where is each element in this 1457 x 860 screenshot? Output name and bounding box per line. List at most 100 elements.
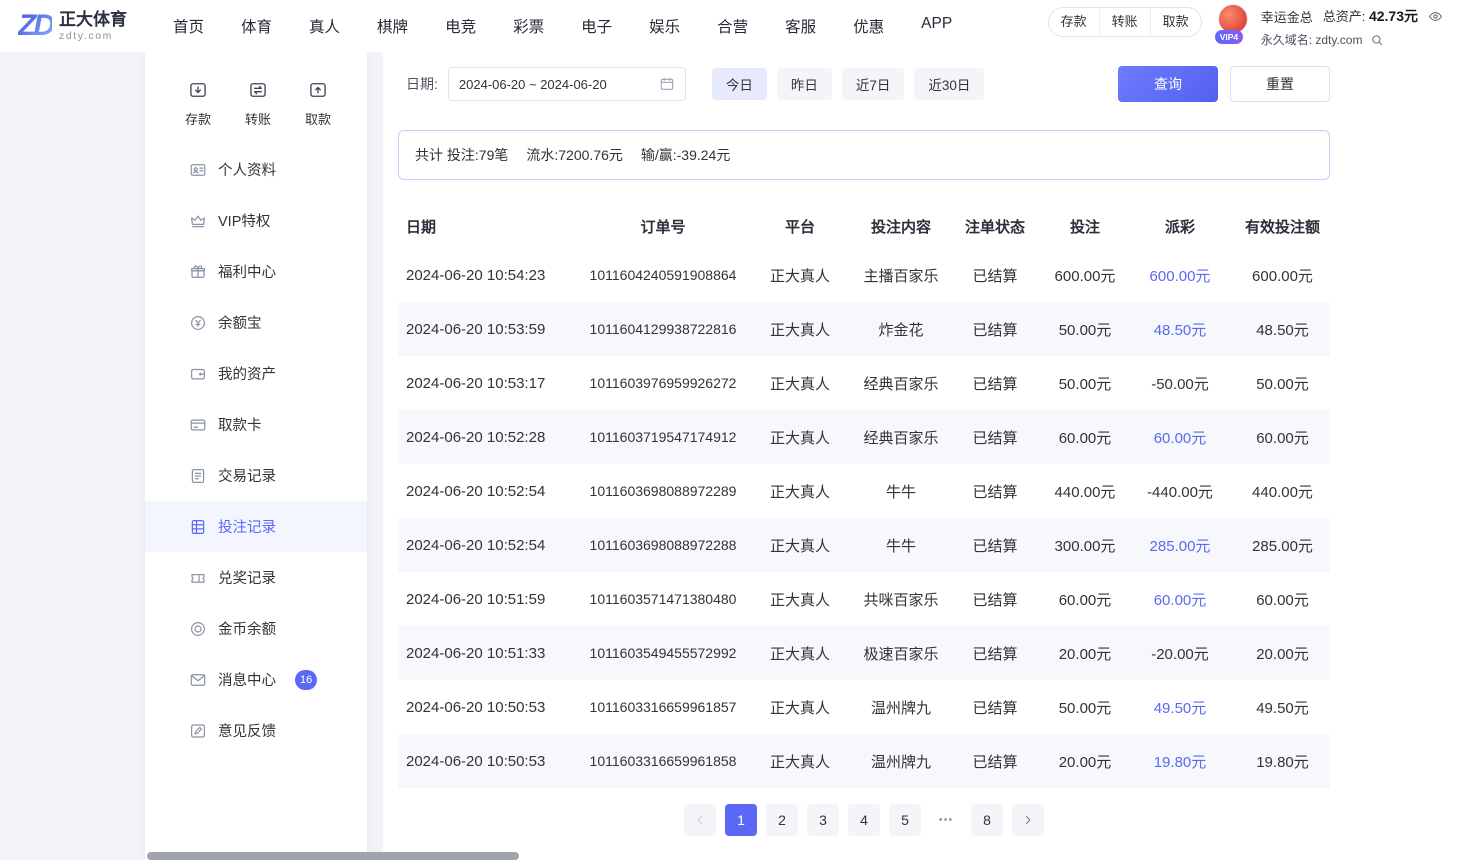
table-row[interactable]: 2024-06-20 10:54:231011604240591908864正大… (398, 248, 1330, 302)
cell-order: 1011603571471380480 (583, 572, 743, 626)
vip-icon (189, 212, 207, 230)
cell-payout: 600.00元 (1125, 248, 1235, 302)
range-button[interactable]: 近30日 (914, 68, 984, 100)
cell-status: 已结算 (945, 572, 1045, 626)
horizontal-scrollbar[interactable] (147, 852, 519, 860)
table-row[interactable]: 2024-06-20 10:50:531011603316659961858正大… (398, 734, 1330, 788)
cell-platform: 正大真人 (743, 356, 857, 410)
prev-page-button[interactable] (684, 804, 716, 836)
logo[interactable]: ZD 正大体育 zdty.com (18, 9, 127, 43)
vip-badge: VIP4 (1215, 30, 1243, 44)
search-icon[interactable] (1370, 33, 1384, 47)
cell-payout: -50.00元 (1125, 356, 1235, 410)
cell-content: 共咪百家乐 (857, 572, 945, 626)
top-header: ZD 正大体育 zdty.com 首页 体育 真人 棋牌 电竞 彩票 电子 娱乐 合营 客服 优惠 A… (0, 0, 1457, 52)
cell-order: 1011603719547174912 (583, 410, 743, 464)
nav-item[interactable]: 彩票 (513, 15, 544, 37)
page-button[interactable]: 2 (766, 804, 798, 836)
nav-item[interactable]: 电竞 (445, 15, 476, 37)
nav-item[interactable]: 棋牌 (377, 15, 408, 37)
nav-item[interactable]: 体育 (241, 15, 272, 37)
sidebar-item[interactable]: 余额宝 (145, 297, 367, 348)
wallet-actions: 存款转账取款 (1048, 7, 1202, 37)
sidebar-item[interactable]: VIP特权 (145, 195, 367, 246)
col-header-bet: 投注 (1045, 204, 1125, 248)
date-range-value: 2024-06-20 ~ 2024-06-20 (459, 77, 607, 92)
calendar-icon[interactable] (659, 76, 675, 92)
table-row[interactable]: 2024-06-20 10:52:541011603698088972288正大… (398, 518, 1330, 572)
filter-actions: 查询 重置 (1118, 66, 1330, 102)
sidebar-item[interactable]: 福利中心 (145, 246, 367, 297)
sidebar-item[interactable]: 取款卡 (145, 399, 367, 450)
quick-action-label: 存款 (185, 109, 211, 128)
sidebar: 存款 转账 取款 个人资料VIP特权福利中心余额宝我的资产取款卡交易记录投注记录兑奖… (145, 52, 367, 860)
page-button[interactable]: 1 (725, 804, 757, 836)
quick-action-label: 转账 (245, 109, 271, 128)
nav-item[interactable]: 娱乐 (649, 15, 680, 37)
quick-action-transfer[interactable]: 转账 (245, 80, 271, 128)
sidebar-item[interactable]: 个人资料 (145, 144, 367, 195)
username: 幸运金总 (1261, 7, 1313, 26)
cell-bet: 50.00元 (1045, 356, 1125, 410)
next-page-button[interactable] (1012, 804, 1044, 836)
eye-icon[interactable] (1428, 9, 1443, 24)
topbar-right: 存款转账取款 VIP4 幸运金总 总资产: 42.73元 永久域名: zdty.… (1048, 4, 1443, 48)
page-button[interactable]: 3 (807, 804, 839, 836)
nav-item[interactable]: 首页 (173, 15, 204, 37)
range-button[interactable]: 近7日 (842, 68, 905, 100)
table-row[interactable]: 2024-06-20 10:52:541011603698088972289正大… (398, 464, 1330, 518)
col-header-date: 日期 (398, 204, 583, 248)
search-button[interactable]: 查询 (1118, 66, 1218, 102)
sidebar-item-label: 福利中心 (218, 261, 276, 282)
table-row[interactable]: 2024-06-20 10:53:591011604129938722816正大… (398, 302, 1330, 356)
avatar-column: VIP4 (1218, 4, 1252, 48)
cell-content: 牛牛 (857, 518, 945, 572)
sidebar-item[interactable]: 意见反馈 (145, 705, 367, 756)
nav-item[interactable]: 真人 (309, 15, 340, 37)
wallet-action-button[interactable]: 取款 (1151, 8, 1201, 36)
cell-valid: 48.50元 (1235, 302, 1330, 356)
cell-content: 牛牛 (857, 464, 945, 518)
nav-item[interactable]: APP (921, 15, 952, 37)
cell-bet: 300.00元 (1045, 518, 1125, 572)
sidebar-item[interactable]: 金币余额 (145, 603, 367, 654)
nav-item[interactable]: 客服 (785, 15, 816, 37)
sidebar-item[interactable]: 我的资产 (145, 348, 367, 399)
chevron-right-icon (1021, 813, 1035, 827)
sidebar-item[interactable]: 交易记录 (145, 450, 367, 501)
filter-bar: 日期: 2024-06-20 ~ 2024-06-20 今日昨日近7日近30日 … (398, 66, 1330, 102)
sidebar-item[interactable]: 消息中心16 (145, 654, 367, 705)
table-row[interactable]: 2024-06-20 10:50:531011603316659961857正大… (398, 680, 1330, 734)
summary-box: 共计 投注:79笔 流水:7200.76元 输/赢:-39.24元 (398, 130, 1330, 180)
page-button[interactable]: 5 (889, 804, 921, 836)
wallet-action-button[interactable]: 存款 (1049, 8, 1100, 36)
date-range-input[interactable]: 2024-06-20 ~ 2024-06-20 (448, 67, 686, 101)
table-row[interactable]: 2024-06-20 10:51:591011603571471380480正大… (398, 572, 1330, 626)
cell-status: 已结算 (945, 248, 1045, 302)
range-button[interactable]: 昨日 (777, 68, 832, 100)
nav-item[interactable]: 合营 (717, 15, 748, 37)
reset-button[interactable]: 重置 (1230, 66, 1330, 102)
wallet-action-button[interactable]: 转账 (1100, 8, 1151, 36)
nav-item[interactable]: 优惠 (853, 15, 884, 37)
quick-action-withdraw[interactable]: 取款 (305, 80, 331, 128)
brand-name: 正大体育 (59, 10, 127, 30)
cell-date: 2024-06-20 10:50:53 (398, 680, 583, 734)
cell-platform: 正大真人 (743, 680, 857, 734)
table-row[interactable]: 2024-06-20 10:52:281011603719547174912正大… (398, 410, 1330, 464)
sidebar-item-label: 意见反馈 (218, 720, 276, 741)
range-button[interactable]: 今日 (712, 68, 767, 100)
sidebar-item[interactable]: 兑奖记录 (145, 552, 367, 603)
nav-item[interactable]: 电子 (581, 15, 612, 37)
cell-bet: 600.00元 (1045, 248, 1125, 302)
quick-action-deposit[interactable]: 存款 (185, 80, 211, 128)
page-button[interactable]: 4 (848, 804, 880, 836)
cell-date: 2024-06-20 10:52:54 (398, 518, 583, 572)
cell-status: 已结算 (945, 626, 1045, 680)
table-row[interactable]: 2024-06-20 10:51:331011603549455572992正大… (398, 626, 1330, 680)
table-row[interactable]: 2024-06-20 10:53:171011603976959926272正大… (398, 356, 1330, 410)
brand-domain: zdty.com (59, 30, 127, 42)
cell-status: 已结算 (945, 464, 1045, 518)
page-button[interactable]: 8 (971, 804, 1003, 836)
sidebar-item[interactable]: 投注记录 (145, 501, 367, 552)
